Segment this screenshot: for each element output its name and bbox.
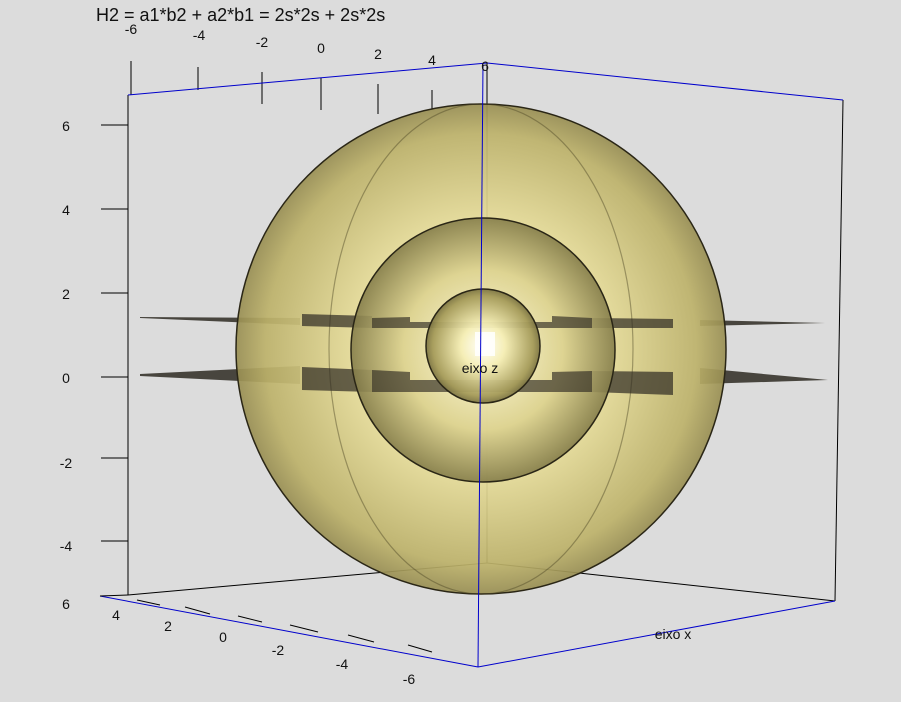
top-axis-ticks <box>130 61 433 114</box>
top-tick-label: 0 <box>317 40 325 56</box>
left-tick-label: 6 <box>62 596 70 612</box>
top-tick-labels: -6 -4 -2 0 2 4 6 <box>125 21 489 74</box>
left-tick-label: 4 <box>62 202 70 218</box>
bounding-box-front-bottom-black <box>99 594 129 597</box>
plot-window: H2 = a1*b2 + a2*b1 = 2s*2s + 2s*2s -6 -4… <box>0 0 901 702</box>
left-tick-label: 0 <box>62 370 70 386</box>
bottom-tick-label: 0 <box>219 629 227 645</box>
plot-title: H2 = a1*b2 + a2*b1 = 2s*2s + 2s*2s <box>96 5 385 25</box>
left-tick-label: -2 <box>60 455 73 471</box>
bottom-tick-label: -2 <box>272 642 285 658</box>
left-tick-label: 2 <box>62 286 70 302</box>
top-tick-label: 2 <box>374 46 382 62</box>
top-tick-label: -2 <box>256 34 269 50</box>
left-tick-label: -4 <box>60 538 73 554</box>
bottom-tick-label: 2 <box>164 618 172 634</box>
plot-canvas[interactable]: H2 = a1*b2 + a2*b1 = 2s*2s + 2s*2s -6 -4… <box>0 0 901 702</box>
top-tick-label: 4 <box>428 52 436 68</box>
top-tick-label: -4 <box>193 27 206 43</box>
top-tick-label: 6 <box>481 58 489 74</box>
bottom-tick-label: 4 <box>112 607 120 623</box>
bottom-axis-ticks <box>136 599 433 653</box>
x-axis-title: eixo x <box>655 626 692 642</box>
z-axis-title: eixo z <box>462 360 499 376</box>
left-tick-labels: 6 4 2 0 -2 -4 6 <box>60 118 73 612</box>
bottom-tick-label: -6 <box>403 671 416 687</box>
left-tick-label: 6 <box>62 118 70 134</box>
top-tick-label: -6 <box>125 21 138 37</box>
bottom-tick-label: -4 <box>336 656 349 672</box>
left-axis-ticks <box>101 124 128 542</box>
inner-sphere[interactable] <box>425 288 541 404</box>
